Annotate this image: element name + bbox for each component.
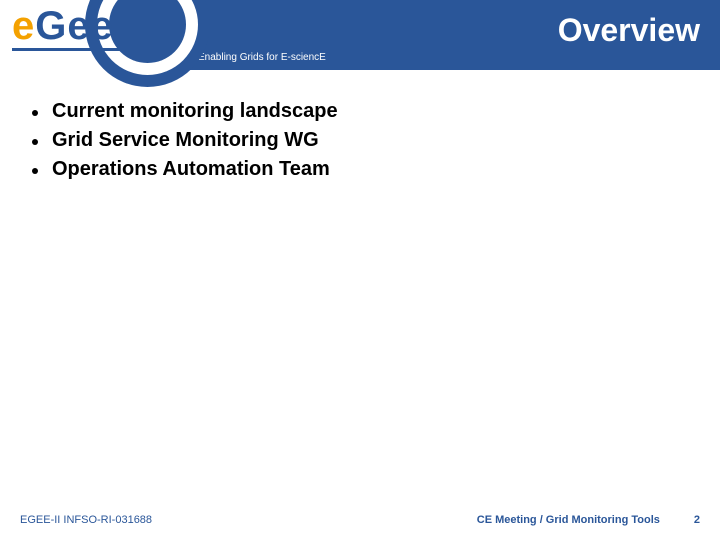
logo-char-2: G [35, 4, 67, 48]
bullet-item: Grid Service Monitoring WG [32, 129, 688, 152]
bullet-text: Grid Service Monitoring WG [52, 129, 319, 152]
logo-underline [12, 48, 130, 51]
bullet-text: Current monitoring landscape [52, 100, 338, 123]
slide-body: Current monitoring landscape Grid Servic… [32, 100, 688, 187]
bullet-item: Current monitoring landscape [32, 100, 688, 123]
footer-right: CE Meeting / Grid Monitoring Tools 2 [477, 514, 700, 526]
logo-char-3: e [67, 4, 90, 48]
bullet-item: Operations Automation Team [32, 158, 688, 181]
egee-logo: eGee [0, 0, 195, 80]
bullet-dot-icon [32, 110, 38, 116]
bullet-dot-icon [32, 139, 38, 145]
logo-text: eGee [12, 6, 114, 46]
logo-char-1: e [12, 4, 35, 48]
slide: Overview Enabling Grids for E-sciencE eG… [0, 0, 720, 540]
footer-center: CE Meeting / Grid Monitoring Tools [477, 514, 660, 526]
slide-title: Overview [558, 12, 700, 49]
bullet-dot-icon [32, 168, 38, 174]
footer: EGEE-II INFSO-RI-031688 CE Meeting / Gri… [20, 514, 700, 526]
bullet-text: Operations Automation Team [52, 158, 330, 181]
footer-left: EGEE-II INFSO-RI-031688 [20, 514, 152, 526]
page-number: 2 [694, 514, 700, 526]
logo-char-4: e [91, 4, 114, 48]
tagline: Enabling Grids for E-sciencE [198, 52, 326, 63]
